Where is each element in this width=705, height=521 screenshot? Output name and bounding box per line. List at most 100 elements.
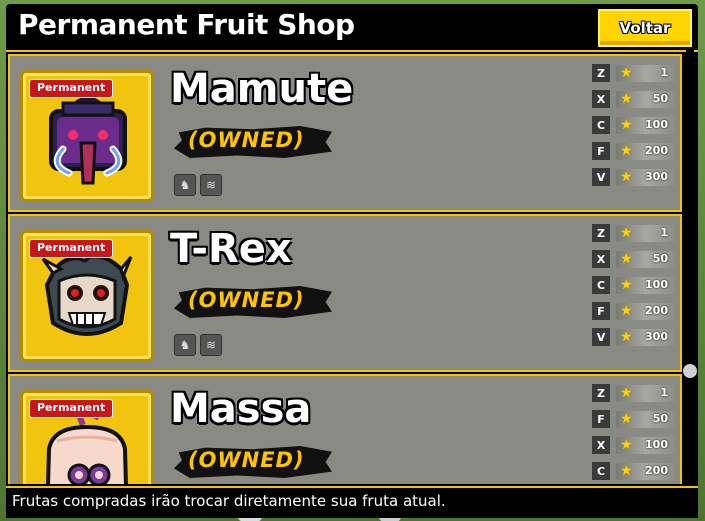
star-icon: ★ bbox=[620, 463, 633, 479]
move-key: C bbox=[592, 462, 610, 480]
move-level: ★ 100 bbox=[616, 437, 676, 454]
level-value: 1 bbox=[660, 386, 668, 399]
level-value: 300 bbox=[645, 330, 668, 343]
scrollbar-thumb[interactable] bbox=[683, 364, 697, 378]
level-value: 100 bbox=[645, 438, 668, 451]
level-value: 200 bbox=[645, 304, 668, 317]
star-icon: ★ bbox=[620, 303, 633, 319]
move-level: ★ 50 bbox=[616, 91, 676, 108]
shop-title: Permanent Fruit Shop bbox=[18, 8, 355, 41]
move-level: ★ 200 bbox=[616, 463, 676, 480]
move-level: ★ 200 bbox=[616, 143, 676, 160]
move-key: X bbox=[592, 436, 610, 454]
move-level: ★ 1 bbox=[616, 65, 676, 82]
move-level: ★ 200 bbox=[616, 303, 676, 320]
level-value: 50 bbox=[652, 412, 668, 425]
fruit-list[interactable]: Permanent Mamute (OWNED) ♞ ≋ Z ★ 1 X ★ 5… bbox=[8, 54, 684, 484]
footer-note-bar: Frutas compradas irão trocar diretamente… bbox=[6, 486, 698, 518]
claw-ability-icon: ≋ bbox=[200, 174, 222, 196]
shop-header: Permanent Fruit Shop Voltar bbox=[6, 4, 698, 52]
move-row: X ★ 50 bbox=[592, 90, 678, 110]
move-row: F ★ 200 bbox=[592, 302, 678, 322]
permanent-badge: Permanent bbox=[29, 79, 114, 98]
fruit-image-box: Permanent bbox=[20, 390, 154, 484]
fruit-card-trex[interactable]: Permanent T-Rex (OWNED) ♞ ≋ Z ★ 1 X ★ 50… bbox=[8, 214, 682, 372]
move-key: F bbox=[592, 302, 610, 320]
move-level: ★ 100 bbox=[616, 277, 676, 294]
claw-ability-icon: ≋ bbox=[200, 334, 222, 356]
move-level: ★ 300 bbox=[616, 169, 676, 186]
owned-label: (OWNED) bbox=[188, 128, 305, 152]
move-level: ★ 300 bbox=[616, 329, 676, 346]
move-row: V ★ 300 bbox=[592, 168, 678, 188]
beast-form-icon: ♞ bbox=[174, 174, 196, 196]
move-key: Z bbox=[592, 224, 610, 242]
scrollbar-track[interactable] bbox=[686, 50, 694, 480]
level-value: 50 bbox=[652, 252, 668, 265]
fruit-name: T-Rex bbox=[170, 226, 292, 272]
move-row: Z ★ 1 bbox=[592, 384, 678, 404]
level-value: 200 bbox=[645, 144, 668, 157]
move-key: X bbox=[592, 90, 610, 108]
fruit-card-massa[interactable]: Permanent Massa (OWNED) Z ★ 1 F ★ 50 X ★… bbox=[8, 374, 682, 484]
level-value: 100 bbox=[645, 278, 668, 291]
move-level: ★ 1 bbox=[616, 225, 676, 242]
move-level: ★ 50 bbox=[616, 411, 676, 428]
level-value: 100 bbox=[645, 118, 668, 131]
move-level: ★ 100 bbox=[616, 117, 676, 134]
move-row: C ★ 100 bbox=[592, 276, 678, 296]
fruit-name: Massa bbox=[170, 386, 312, 432]
move-key: C bbox=[592, 276, 610, 294]
fruit-image-box: Permanent bbox=[20, 230, 154, 362]
star-icon: ★ bbox=[620, 65, 633, 81]
owned-status: (OWNED) bbox=[174, 122, 334, 162]
move-level: ★ 50 bbox=[616, 251, 676, 268]
level-value: 1 bbox=[660, 66, 668, 79]
fruit-name: Mamute bbox=[170, 66, 354, 112]
back-button-label: Voltar bbox=[619, 19, 671, 37]
star-icon: ★ bbox=[620, 117, 633, 133]
permanent-badge: Permanent bbox=[29, 239, 114, 258]
star-icon: ★ bbox=[620, 385, 633, 401]
beast-form-icon: ♞ bbox=[174, 334, 196, 356]
back-button[interactable]: Voltar bbox=[598, 9, 692, 47]
owned-status: (OWNED) bbox=[174, 442, 334, 482]
star-icon: ★ bbox=[620, 277, 633, 293]
fruit-image-box: Permanent bbox=[20, 70, 154, 202]
move-row: X ★ 50 bbox=[592, 250, 678, 270]
owned-status: (OWNED) bbox=[174, 282, 334, 322]
permanent-badge: Permanent bbox=[29, 399, 114, 418]
footer-note: Frutas compradas irão trocar diretamente… bbox=[12, 492, 446, 510]
level-value: 300 bbox=[645, 170, 668, 183]
fruit-shop-window: Permanent Fruit Shop Voltar Permanent Ma… bbox=[6, 4, 698, 518]
level-value: 1 bbox=[660, 226, 668, 239]
level-value: 200 bbox=[645, 464, 668, 477]
move-row: V ★ 300 bbox=[592, 328, 678, 348]
star-icon: ★ bbox=[620, 143, 633, 159]
move-row: C ★ 100 bbox=[592, 116, 678, 136]
move-key: V bbox=[592, 168, 610, 186]
star-icon: ★ bbox=[620, 411, 633, 427]
star-icon: ★ bbox=[620, 225, 633, 241]
star-icon: ★ bbox=[620, 329, 633, 345]
move-row: F ★ 200 bbox=[592, 142, 678, 162]
owned-label: (OWNED) bbox=[188, 288, 305, 312]
level-value: 50 bbox=[652, 92, 668, 105]
move-key: C bbox=[592, 116, 610, 134]
star-icon: ★ bbox=[620, 91, 633, 107]
move-key: V bbox=[592, 328, 610, 346]
fruit-card-mamute[interactable]: Permanent Mamute (OWNED) ♞ ≋ Z ★ 1 X ★ 5… bbox=[8, 54, 682, 212]
move-key: F bbox=[592, 142, 610, 160]
move-row: Z ★ 1 bbox=[592, 64, 678, 84]
move-row: C ★ 200 bbox=[592, 462, 678, 482]
star-icon: ★ bbox=[620, 169, 633, 185]
move-row: X ★ 100 bbox=[592, 436, 678, 456]
star-icon: ★ bbox=[620, 437, 633, 453]
move-key: F bbox=[592, 410, 610, 428]
move-row: Z ★ 1 bbox=[592, 224, 678, 244]
move-level: ★ 1 bbox=[616, 385, 676, 402]
move-key: Z bbox=[592, 64, 610, 82]
move-row: F ★ 50 bbox=[592, 410, 678, 430]
owned-label: (OWNED) bbox=[188, 448, 305, 472]
star-icon: ★ bbox=[620, 251, 633, 267]
